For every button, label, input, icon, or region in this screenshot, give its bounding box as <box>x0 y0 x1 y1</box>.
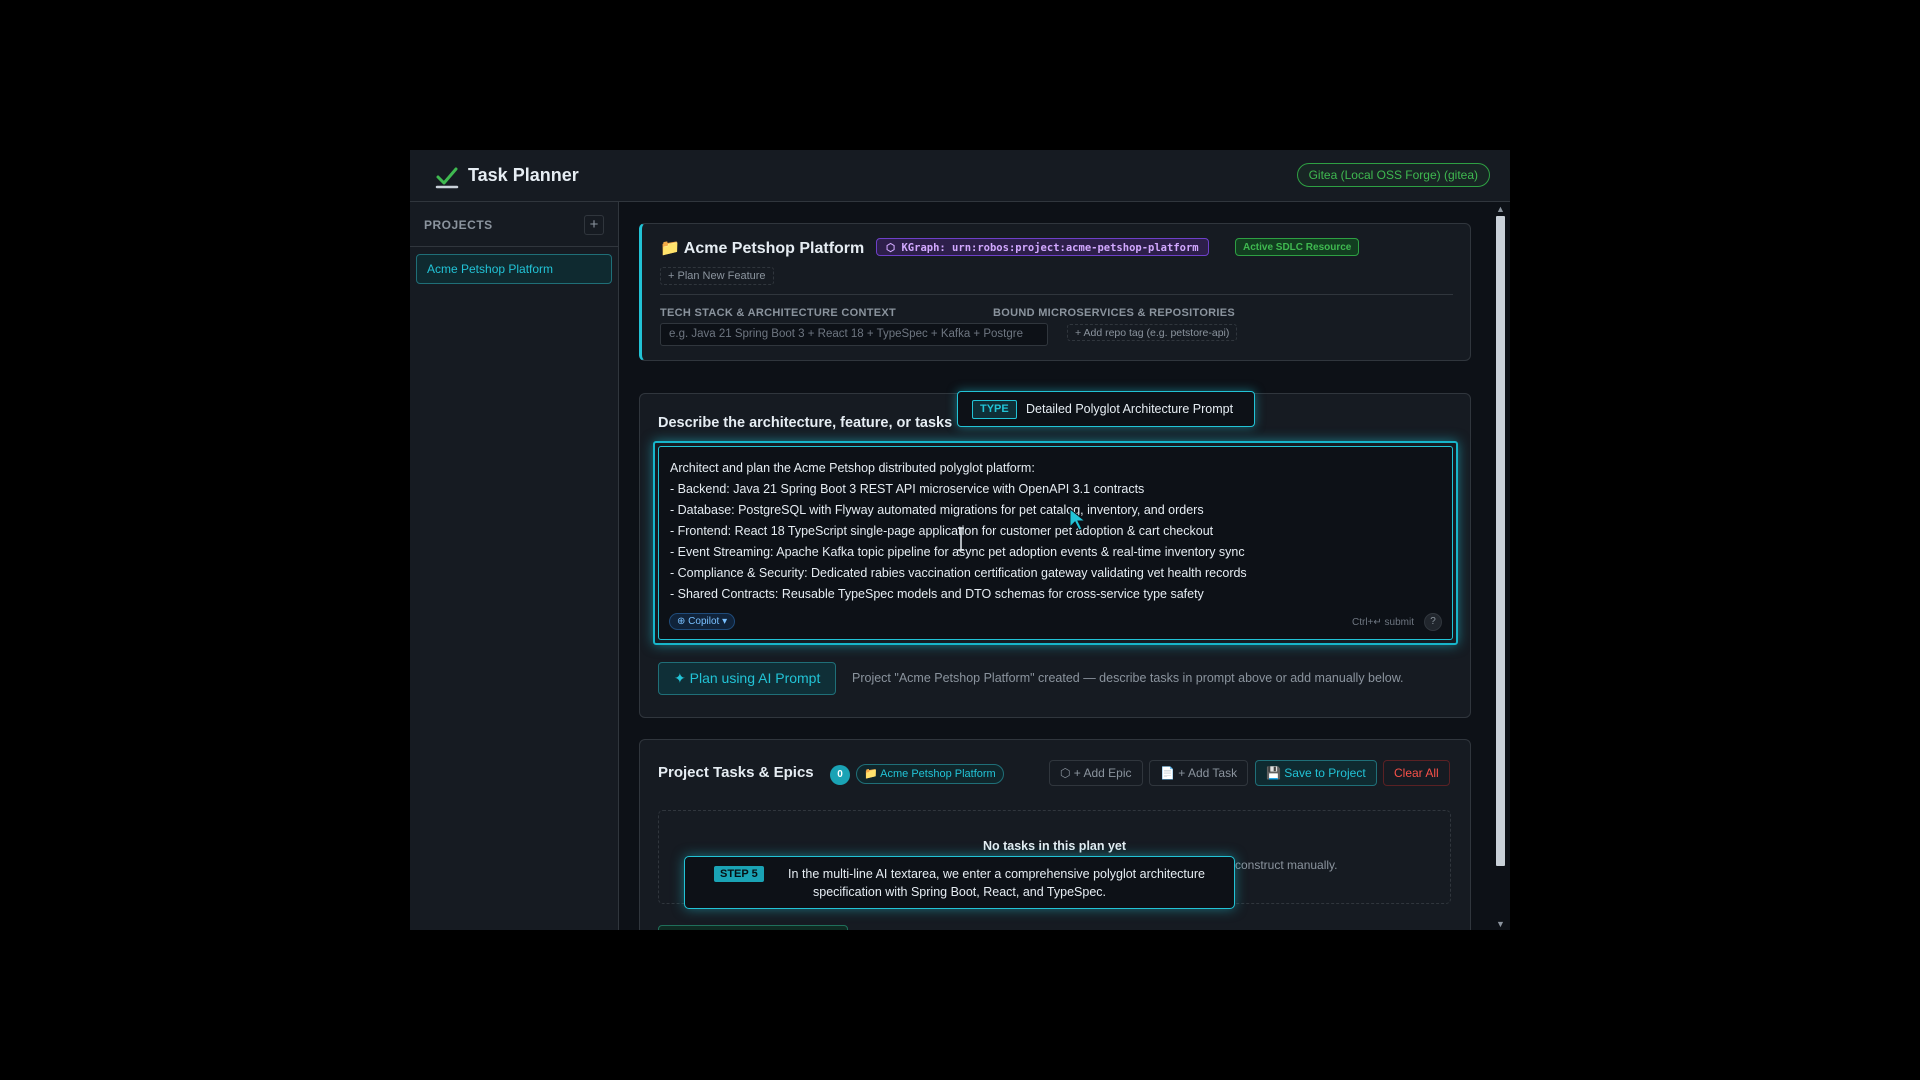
task-check-icon <box>435 167 459 189</box>
prompt-heading: Describe the architecture, feature, or t… <box>658 415 953 431</box>
forge-badge[interactable]: Gitea (Local OSS Forge) (gitea) <box>1296 163 1490 187</box>
scroll-up-icon[interactable]: ▲ <box>1496 204 1505 214</box>
plan-new-feature-button[interactable]: + Plan New Feature <box>660 267 774 285</box>
plan-ai-prompt-button[interactable]: ✦ Plan using AI Prompt <box>658 662 837 695</box>
add-epic-button[interactable]: ⬡ + Add Epic <box>1049 760 1143 786</box>
partially-visible-button[interactable] <box>658 925 848 930</box>
copilot-selector[interactable]: ⊕ Copilot ▾ <box>669 613 736 630</box>
prompt-line: - Shared Contracts: Reusable TypeSpec mo… <box>670 587 1204 601</box>
empty-title: No tasks in this plan yet <box>982 839 1127 853</box>
project-title: 📁 Acme Petshop Platform <box>660 240 865 257</box>
prompt-card: Describe the architecture, feature, or t… <box>639 393 1471 718</box>
step-text: In the multi-line AI textarea, we enter … <box>788 867 1205 899</box>
sidebar-item-acme-petshop-platform[interactable]: Acme Petshop Platform <box>416 254 612 284</box>
prompt-line: - Compliance & Security: Dedicated rabie… <box>670 566 1247 580</box>
repos-label: BOUND MICROSERVICES & REPOSITORIES <box>993 307 1236 319</box>
submit-hint: Ctrl+↵ submit <box>1351 617 1414 628</box>
project-card: 📁 Acme Petshop Platform ⬡ KGraph: urn:ro… <box>639 223 1471 361</box>
scroll-down-icon[interactable]: ▼ <box>1496 919 1505 929</box>
projects-heading: PROJECTS <box>424 218 493 232</box>
scrollbar[interactable]: ▲ ▼ <box>1492 202 1510 930</box>
add-project-button[interactable]: + <box>584 215 604 235</box>
save-to-project-button[interactable]: 💾 Save to Project <box>1255 760 1377 786</box>
prompt-textarea-frame: Architect and plan the Acme Petshop dist… <box>653 441 1458 645</box>
prompt-line: Architect and plan the Acme Petshop dist… <box>670 461 1035 475</box>
tech-stack-label: TECH STACK & ARCHITECTURE CONTEXT <box>660 307 897 319</box>
type-tag: TYPE <box>972 400 1017 419</box>
project-chip: 📁 Acme Petshop Platform <box>856 764 1004 784</box>
type-text: Detailed Polyglot Architecture Prompt <box>1026 402 1234 416</box>
app-title: Task Planner <box>468 165 579 185</box>
prompt-line: - Database: PostgreSQL with Flyway autom… <box>670 503 1204 517</box>
main-content: 📁 Acme Petshop Platform ⬡ KGraph: urn:ro… <box>619 202 1492 930</box>
kgraph-badge[interactable]: ⬡ KGraph: urn:robos:project:acme-petshop… <box>876 238 1209 256</box>
project-divider <box>660 294 1453 295</box>
add-repo-tag-button[interactable]: + Add repo tag (e.g. petstore-api) <box>1067 324 1238 341</box>
empty-subtitle: construct manually. <box>1235 858 1338 872</box>
prompt-textarea[interactable]: Architect and plan the Acme Petshop dist… <box>658 446 1453 640</box>
clear-all-button[interactable]: Clear All <box>1383 760 1450 786</box>
tasks-title: Project Tasks & Epics <box>658 764 814 781</box>
sidebar-divider <box>410 246 618 247</box>
mouse-cursor-icon <box>1069 508 1087 531</box>
help-button[interactable]: ? <box>1424 613 1442 631</box>
step-tooltip: STEP 5 In the multi-line AI textarea, we… <box>684 856 1235 909</box>
status-badge: Active SDLC Resource <box>1235 238 1360 256</box>
prompt-line: - Backend: Java 21 Spring Boot 3 REST AP… <box>670 482 1145 496</box>
text-cursor-icon <box>958 527 964 551</box>
add-task-button[interactable]: 📄 + Add Task <box>1149 760 1249 786</box>
tech-stack-input[interactable]: e.g. Java 21 Spring Boot 3 + React 18 + … <box>660 323 1048 346</box>
task-count-badge: 0 <box>830 765 850 785</box>
type-action-tooltip: TYPE Detailed Polyglot Architecture Prom… <box>957 391 1255 427</box>
status-message: Project "Acme Petshop Platform" created … <box>852 671 1404 685</box>
scrollbar-thumb[interactable] <box>1496 216 1505 866</box>
top-bar: Task Planner Gitea (Local OSS Forge) (gi… <box>410 150 1510 202</box>
sidebar: PROJECTS + Acme Petshop Platform <box>410 202 619 930</box>
